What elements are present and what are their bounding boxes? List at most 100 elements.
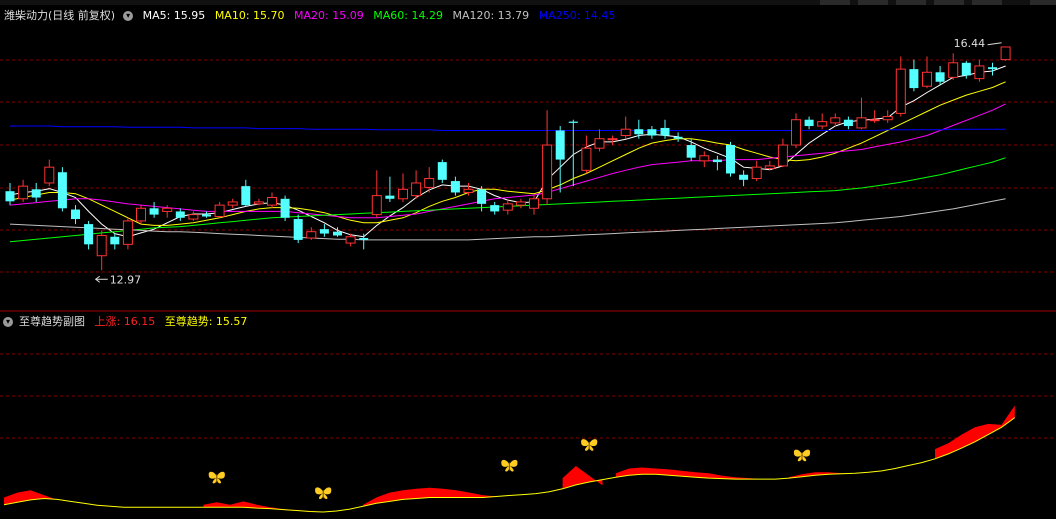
butterfly-wing [793,449,802,457]
candle-body [830,117,841,124]
candle [110,233,120,250]
candle [490,201,500,215]
candle [726,141,735,177]
candle [385,176,395,202]
candle-body [110,236,120,245]
sub-trend-chart[interactable] [0,312,1056,519]
candle-body [856,117,867,129]
candle-body [726,145,735,174]
candle-body [333,231,342,236]
candle-body [188,214,199,220]
ma20-label: MA20: 15.09 [294,9,364,22]
dropdown-circle-icon[interactable]: ▾ [3,317,13,327]
candle-body [31,189,41,198]
candle [515,198,526,209]
candle-body [96,234,107,257]
candle-body [529,198,539,209]
ma250-label: MA250: 14.45 [538,9,616,22]
butterfly-wing [589,439,598,447]
candle [411,170,422,199]
candle-body [437,162,447,180]
candle-body [594,138,605,149]
butterfly-wing [509,459,518,467]
sub-header: ▾ 至尊趋势副图 上涨: 16.15 至尊趋势: 15.57 [0,313,253,331]
candle-body [175,211,185,218]
ma-line-ma250 [10,125,1006,131]
butterfly-icon [793,449,811,462]
main-price-chart[interactable]: 16.44 12.97 [0,0,1056,312]
candle-body [359,238,369,240]
candle-body [227,201,238,206]
high-arrow-icon [987,42,1002,46]
candle [777,138,788,168]
candle [306,227,317,240]
candle [253,198,264,206]
candle-body [581,147,592,171]
candle-body [791,119,801,146]
candle-body [660,127,670,136]
candle-body [988,67,997,70]
candle-body [607,138,618,141]
candle [450,176,460,196]
candle [634,119,644,139]
candle [319,224,329,237]
candle-body [699,155,710,162]
candle-body [18,185,29,200]
candle [136,205,146,225]
rise-area [615,467,763,480]
candle [202,211,211,218]
candle-body [777,144,788,167]
rise-label: 上涨: 16.15 [94,315,156,328]
candle [542,110,553,206]
candle-body [5,191,15,202]
candle-body [306,231,317,239]
candle-body [961,62,971,76]
candle [555,126,565,193]
candle-body [804,119,814,127]
candle-body [555,130,565,160]
candle [18,179,29,202]
candle [280,195,290,221]
butterfly-wing [323,487,332,495]
candle [988,62,997,76]
candle [437,159,447,183]
candle-body [634,129,644,135]
candle-body [371,195,382,216]
candle-body [411,182,422,197]
candle-body [764,165,775,169]
candle-body [241,186,251,206]
candle [529,195,539,215]
candle-body [345,236,356,244]
candle-body [149,208,159,215]
candle-body [44,166,55,184]
ma60-label: MA60: 14.29 [373,9,443,22]
candle-body [253,201,264,205]
candle-body [647,129,657,136]
candle [371,170,382,218]
candle-body [202,214,211,217]
butterfly-wing [216,471,225,479]
stock-title: 潍柴动力(日线 前复权) [4,9,116,22]
candle-body [424,178,435,188]
candle-body [136,207,146,222]
candle [31,182,41,202]
candle-body [293,219,303,240]
candle [214,201,225,218]
candle-body [57,172,67,209]
candle-body [463,188,474,193]
rise-area [935,405,1015,459]
candle [293,214,303,244]
candle-body [267,197,277,206]
candle-body [869,119,880,122]
candle [751,160,762,182]
candle-body [568,121,578,123]
candle [843,116,853,130]
candle-body [122,220,133,245]
dropdown-circle-icon[interactable]: ▾ [123,11,134,21]
candle-body [84,224,94,245]
candle-body [739,174,749,180]
candle-body [385,195,395,199]
chart-root: 16.44 12.97 潍柴动力(日线 前复权) ▾ MA5: 15.95 MA10… [0,0,1056,519]
candle-body [909,69,919,89]
candle [241,179,251,207]
